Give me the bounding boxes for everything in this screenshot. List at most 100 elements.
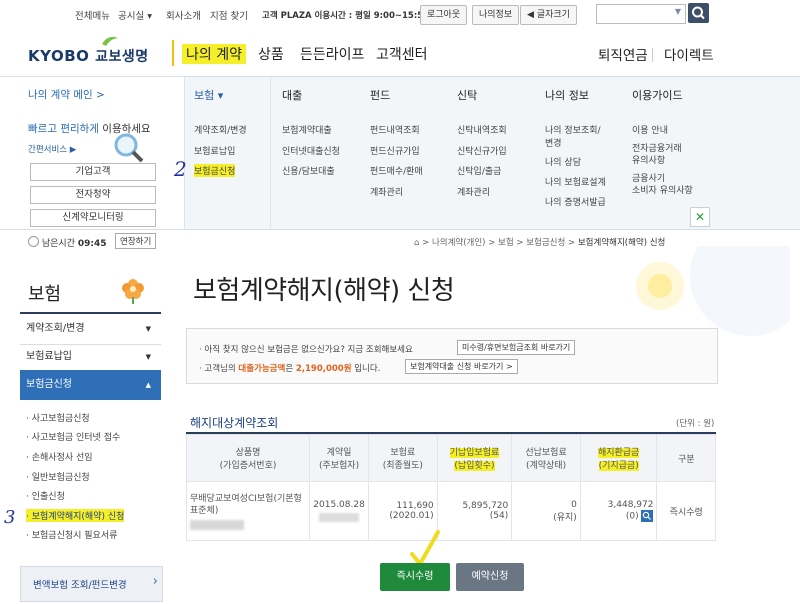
col-header: 보험료 (최종월도) [368, 434, 438, 482]
slogan-part-a: 빠르고 편리하게 [28, 123, 103, 135]
extend-session-button[interactable]: 연장하기 [115, 233, 157, 249]
gnb-pension[interactable]: 퇴직연금 [598, 44, 648, 64]
variable-insurance-banner[interactable]: 변액보험 조회/펀드변경 › [20, 566, 163, 602]
mega-head-insurance[interactable]: 보험 ▾ [194, 87, 223, 103]
mega-item-consult[interactable]: 나의 상담 [545, 155, 581, 168]
e-subscription-button[interactable]: 전자청약 [30, 186, 156, 204]
col-header-paid: 기납입보험료 (납입횟수) [436, 434, 513, 482]
gnb-products[interactable]: 상품 [258, 44, 284, 64]
breadcrumb-item[interactable]: 보험 [498, 238, 514, 248]
page-title: 보험계약해지(해약) 신청 [193, 276, 455, 306]
col-header: 상품명 (가입증서번호) [185, 434, 311, 482]
reserve-request-button[interactable]: 예약신청 [456, 563, 524, 591]
corporate-customer-button[interactable]: 기업고객 [30, 163, 156, 181]
loan-available-label: 대출가능금액 [238, 364, 286, 374]
search-icon [692, 6, 705, 20]
loan-available-amount: 2,190,000원 [295, 364, 352, 374]
notice-box: · 아직 찾지 않으신 보험금은 없으신가요? 지금 조회해보세요 미수령/휴면… [186, 328, 718, 384]
policy-loan-button[interactable]: 보험계약대출 신청 바로가기 > [405, 359, 518, 374]
unclaimed-insurance-button[interactable]: 미수령/휴면보험금조회 바로가기 [457, 340, 576, 355]
notice-line-2: · 고객님의 대출가능금액은 2,190,000원 입니다. [199, 364, 381, 374]
mega-head-trust[interactable]: 신탁 [457, 87, 477, 103]
breadcrumb-item[interactable]: 나의계약(개인) [432, 238, 486, 248]
mega-item-trust-history[interactable]: 신탁내역조회 [457, 123, 507, 136]
mega-item-policy-loan[interactable]: 보험계약대출 [282, 123, 332, 136]
sidebar-title: 보험 [28, 284, 62, 305]
sidebar-sub-item[interactable]: · 사고보험금 인터넷 접수 [26, 430, 120, 443]
cell-date: 2015.08.28 [309, 481, 370, 541]
quick-service-label[interactable]: 간편서비스 ▶ [28, 143, 76, 155]
mega-item-info-view[interactable]: 나의 정보조회/ [545, 123, 601, 136]
mega-item-trust-new[interactable]: 신탁신규가입 [457, 144, 507, 157]
search-input[interactable]: ▼ [596, 4, 686, 24]
col-header-refund: 해지환급금 (기지급금) [579, 434, 658, 482]
unit-label: (단위 : 원) [676, 419, 715, 429]
mega-item-contract-view[interactable]: 계약조회/변경 [194, 123, 247, 136]
util-link-all-menu[interactable]: 전체메뉴 [75, 8, 110, 22]
col-header: 선납보험료 (계약상태) [511, 434, 581, 482]
mega-head-guide[interactable]: 이용가이드 [632, 87, 683, 103]
mega-item-fund-account[interactable]: 계좌관리 [370, 185, 403, 198]
col-header: 구분 [656, 434, 716, 482]
sidebar-item-claim[interactable]: 보험금신청 ▲ [20, 370, 161, 400]
checkmark-annotation [410, 530, 440, 568]
search-button[interactable] [688, 3, 709, 23]
logout-button[interactable]: 로그아웃 [420, 5, 468, 25]
mega-item-info-change[interactable]: 변경 [545, 136, 562, 149]
my-info-button[interactable]: 나의정보 [472, 5, 520, 25]
mega-item-claim[interactable]: 보험금신청 [194, 164, 236, 177]
sidebar-item-label: 보험금신청 [26, 379, 72, 390]
home-icon[interactable]: ⌂ [414, 238, 419, 248]
mega-item-consumer-notice[interactable]: 소비자 유의사항 [632, 183, 693, 196]
mega-item-internet-loan[interactable]: 인터넷대출신청 [282, 144, 340, 157]
util-link-company[interactable]: 회사소개 [166, 8, 201, 22]
mega-head-myinfo[interactable]: 나의 정보 [545, 87, 589, 103]
mega-head-fund[interactable]: 펀드 [370, 87, 390, 103]
sidebar-item-label: 보험료납입 [26, 351, 72, 362]
refund-search-icon[interactable] [641, 510, 654, 522]
sidebar-item-premium[interactable]: 보험료납입 ▼ [20, 342, 161, 373]
mega-item-fund-trade[interactable]: 펀드매수/환매 [370, 164, 423, 177]
clock-icon [28, 236, 39, 247]
section-title: 해지대상계약조회 [190, 416, 279, 430]
contract-monitoring-button[interactable]: 신계약모니터링 [30, 209, 156, 227]
mega-item-premium-design[interactable]: 나의 보험료설계 [545, 175, 606, 188]
my-contract-main-link[interactable]: 나의 계약 메인 > [28, 87, 105, 102]
sidebar-item-contract-view[interactable]: 계약조회/변경 ▼ [20, 314, 161, 345]
immediate-receive-button[interactable]: 즉시수령 [380, 563, 450, 591]
mega-item-guide[interactable]: 이용 안내 [632, 123, 668, 136]
sidebar-sub-item[interactable]: · 손해사정사 선임 [26, 450, 93, 463]
gnb-life[interactable]: 든든라이프 [300, 44, 364, 64]
mega-head-loan[interactable]: 대출 [282, 87, 302, 103]
mega-item-secured-loan[interactable]: 신용/담보대출 [282, 164, 335, 177]
mega-item-fund-history[interactable]: 펀드내역조회 [370, 123, 420, 136]
mega-item-fund-new[interactable]: 펀드신규가입 [370, 144, 420, 157]
chevron-down-icon: ▼ [674, 7, 681, 16]
mega-item-trust-account[interactable]: 계좌관리 [457, 185, 490, 198]
sidebar-sub-item-termination[interactable]: · 보험계약해지(해약) 신청 [26, 509, 125, 522]
chevron-down-icon: ▼ [145, 353, 151, 361]
font-size-label: 글자크기 [536, 10, 570, 20]
util-link-disclosure[interactable]: 공시실 ▾ [118, 8, 152, 22]
mega-item-trust-io[interactable]: 신탁입/출금 [457, 164, 501, 177]
util-link-branch[interactable]: 지점 찾기 [210, 8, 248, 22]
sidebar-sub-item[interactable]: · 인출신청 [26, 489, 65, 502]
chevron-right-icon: › [152, 574, 158, 589]
logo[interactable]: KYOBO 교보생명 [28, 46, 149, 66]
close-icon[interactable]: ✕ [690, 207, 710, 227]
session-time: 09:45 [77, 239, 107, 249]
sidebar-sub-item[interactable]: · 사고보험금신청 [26, 411, 90, 424]
sidebar-sub-item[interactable]: · 일반보험금신청 [26, 470, 90, 483]
gnb-my-contract[interactable]: 나의 계약 [182, 44, 246, 64]
sidebar-sub-item[interactable]: · 보험금신청시 필요서류 [26, 528, 117, 541]
font-size-button[interactable]: ◀ 글자크기 [520, 5, 577, 25]
gnb-customer[interactable]: 고객센터 [376, 44, 428, 64]
gnb-direct[interactable]: 다이렉트 [664, 44, 714, 64]
plaza-hours: 고객 PLAZA 이용시간 : 평일 9:00~15:50 [262, 11, 430, 21]
mega-item-premium-pay[interactable]: 보험료납입 [194, 144, 235, 157]
logo-ko: 교보생명 [95, 49, 149, 65]
mega-item-efinance-notice[interactable]: 유의사항 [632, 153, 665, 166]
mega-item-certificate[interactable]: 나의 증명서발급 [545, 195, 606, 208]
session-label: 남은시간 [41, 239, 75, 249]
chevron-down-icon: ▼ [145, 325, 151, 333]
